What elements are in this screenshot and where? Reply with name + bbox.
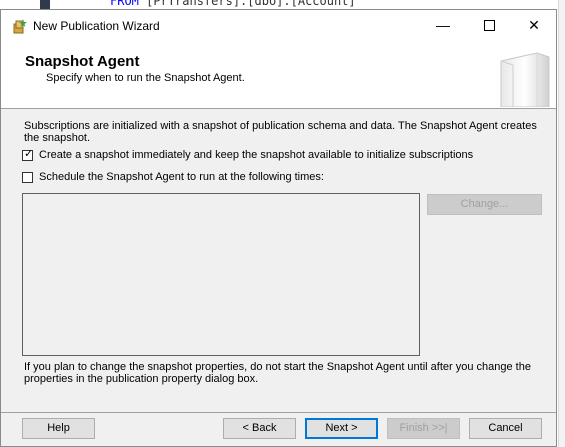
page-title: Snapshot Agent — [25, 53, 140, 70]
wizard-header: Snapshot Agent Specify when to run the S… — [1, 41, 556, 109]
help-button[interactable]: Help — [22, 418, 95, 439]
wizard-window: New Publication Wizard — ✕ Snapshot Agen… — [0, 9, 557, 447]
wizard-app-icon — [13, 19, 27, 34]
title-bar: New Publication Wizard — ✕ — [1, 10, 556, 41]
note-text: If you plan to change the snapshot prope… — [24, 361, 531, 385]
editor-code-line: FROM [PrTransfers].[dbo].[Account] — [110, 0, 356, 8]
change-schedule-button[interactable]: Change... — [427, 194, 542, 215]
minimize-button[interactable]: — — [420, 10, 466, 41]
checkmark-icon: ✓ — [24, 147, 34, 160]
code-text: [PrTransfers].[dbo].[Account] — [138, 0, 356, 8]
maximize-button[interactable] — [466, 10, 512, 41]
background-scrollbar — [558, 0, 565, 447]
code-keyword: FROM — [110, 0, 139, 8]
schedule-label: Schedule the Snapshot Agent to run at th… — [39, 171, 324, 183]
server-graphic-icon — [500, 52, 550, 107]
schedule-checkbox[interactable] — [22, 171, 33, 183]
create-snapshot-checkbox[interactable]: ✓ — [22, 147, 34, 161]
window-title: New Publication Wizard — [33, 19, 160, 33]
schedule-description-box — [22, 193, 420, 356]
close-button[interactable]: ✕ — [511, 10, 557, 41]
finish-button[interactable]: Finish >>| — [387, 418, 460, 439]
description-text: Subscriptions are initialized with a sna… — [24, 120, 537, 144]
next-button[interactable]: Next > — [305, 418, 378, 439]
footer-separator — [1, 412, 556, 413]
create-snapshot-checkbox-row[interactable]: ✓ Create a snapshot immediately and keep… — [22, 148, 473, 162]
create-snapshot-label: Create a snapshot immediately and keep t… — [39, 149, 474, 161]
maximize-icon — [483, 19, 495, 31]
schedule-checkbox-row[interactable]: Schedule the Snapshot Agent to run at th… — [22, 170, 324, 184]
page-subtitle: Specify when to run the Snapshot Agent. — [46, 72, 245, 84]
cancel-button[interactable]: Cancel — [469, 418, 542, 439]
back-button[interactable]: < Back — [223, 418, 296, 439]
